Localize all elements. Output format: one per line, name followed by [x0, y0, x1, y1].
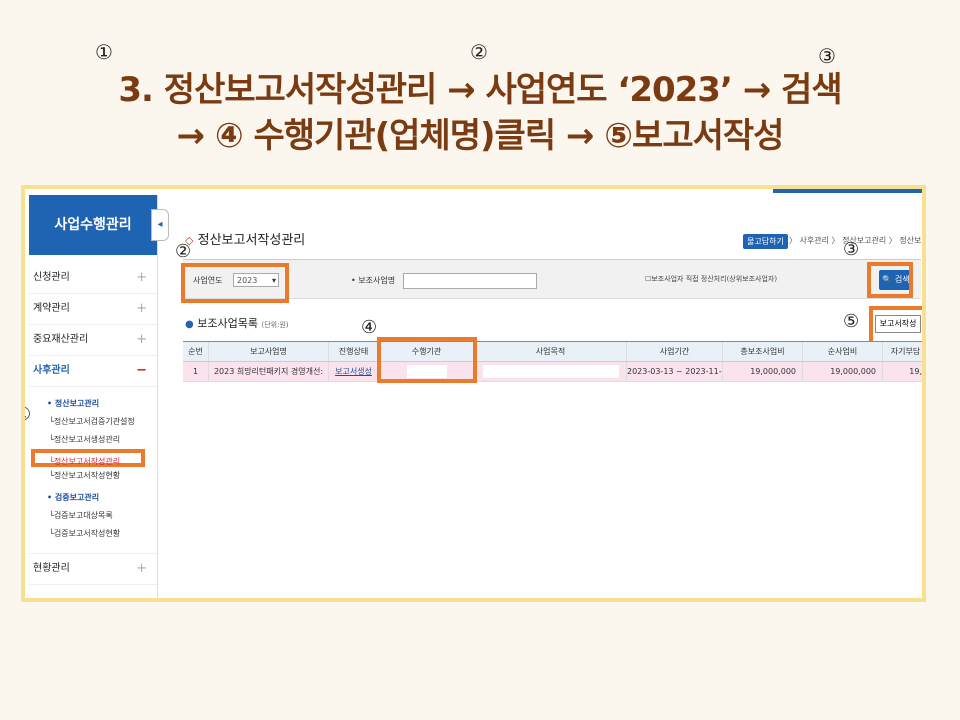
direct-settle-checkbox[interactable]: ☐보조사업자 직접 정산처리(상위보조사업자) [645, 274, 777, 284]
submenu-verifier-setting[interactable]: └정산보고서검증기관설정 [29, 413, 157, 431]
submenu-report-status[interactable]: └정산보고서작성현황 [29, 467, 157, 485]
bullet-icon: ● [185, 319, 194, 330]
year-select[interactable]: 2023 [233, 273, 279, 288]
step-marker-3-side: ③ [843, 239, 860, 260]
instruction-line-2: → ④ 수행기관(업체명)클릭 → ⑤보고서작성 [176, 116, 785, 156]
sidebar-item-contract[interactable]: 계약관리 + [29, 294, 157, 325]
page-title: ◇ 정산보고서작성관리 [185, 233, 306, 248]
step-marker-4: ④ [361, 317, 378, 338]
instruction-line-1: 3. 정산보고서작성관리 → 사업연도 ‘2023’ → 검색 [118, 70, 842, 110]
collapse-icon[interactable]: − [136, 356, 147, 386]
step-marker-3: ③ [818, 44, 836, 68]
main-panel: ◇ 정산보고서작성관리 물고답하기 〉 사후관리 〉 정산보고관리 〉 정산보고… [175, 189, 922, 598]
submenu-verify-targets[interactable]: └검증보고대상목록 [29, 507, 157, 525]
project-table: 순번 보고사업명 진행상태 수행기관 사업목적 사업기간 총보조사업비 순사업비… [183, 341, 922, 382]
screenshot-frame: 사업수행관리 신청관리 + 계약관리 + 중요재산관리 + 사후관리 − • 정산보고관… [21, 185, 926, 602]
step-marker-1: ① [95, 40, 113, 64]
step-marker-2: ② [470, 40, 488, 64]
submenu-verify-status[interactable]: └검증보고서작성현황 [29, 525, 157, 543]
table-header: 순번 보고사업명 진행상태 수행기관 사업목적 사업기간 총보조사업비 순사업비… [183, 341, 922, 362]
top-accent-bar [773, 189, 922, 193]
agency-cell[interactable] [379, 362, 475, 381]
project-input[interactable] [403, 273, 537, 289]
sidebar-item-assets[interactable]: 중요재산관리 + [29, 325, 157, 356]
year-label: 사업연도 [193, 276, 223, 285]
search-button[interactable]: 🔍 검색 [879, 270, 913, 290]
sidebar: 사업수행관리 신청관리 + 계약관리 + 중요재산관리 + 사후관리 − • 정산보고관… [29, 195, 158, 598]
sidebar-item-apply[interactable]: 신청관리 + [29, 263, 157, 294]
step-marker-5: ⑤ [843, 311, 860, 332]
expand-icon[interactable]: + [136, 554, 147, 584]
project-label: • 보조사업명 [351, 276, 396, 285]
submenu-report-create[interactable]: └정산보고서생성관리 [29, 431, 157, 449]
expand-icon[interactable]: + [136, 325, 147, 355]
status-link[interactable]: 보고서생성 [329, 362, 379, 381]
submenu-settlement-group[interactable]: • 정산보고관리 [29, 395, 157, 413]
expand-icon[interactable]: + [136, 263, 147, 293]
submenu-verify-group[interactable]: • 검증보고관리 [29, 489, 157, 507]
step-marker-1-side: ① [25, 404, 31, 425]
sidebar-item-aftercare[interactable]: 사후관리 − [29, 356, 157, 387]
search-area: 사업연도 2023 • 보조사업명 ☐보조사업자 직접 정산처리(상위보조사업자… [183, 259, 921, 299]
sidebar-header[interactable]: 사업수행관리 [29, 195, 157, 255]
table-row[interactable]: 1 2023 희망리턴패키지 경영개선: 보고서생성 2023-03-13 ~ … [183, 362, 922, 382]
expand-icon[interactable]: + [136, 294, 147, 324]
sidebar-item-status[interactable]: 현황관리 + [29, 554, 157, 585]
help-button[interactable]: 물고답하기 [743, 234, 788, 249]
report-write-button[interactable]: 보고서작성 [875, 315, 921, 333]
list-title: ● 보조사업목록 (단위:원) [185, 317, 289, 330]
submenu-report-write[interactable]: └정산보고서작성관리 [31, 449, 145, 467]
sidebar-toggle-icon[interactable]: ◂ [151, 209, 169, 241]
